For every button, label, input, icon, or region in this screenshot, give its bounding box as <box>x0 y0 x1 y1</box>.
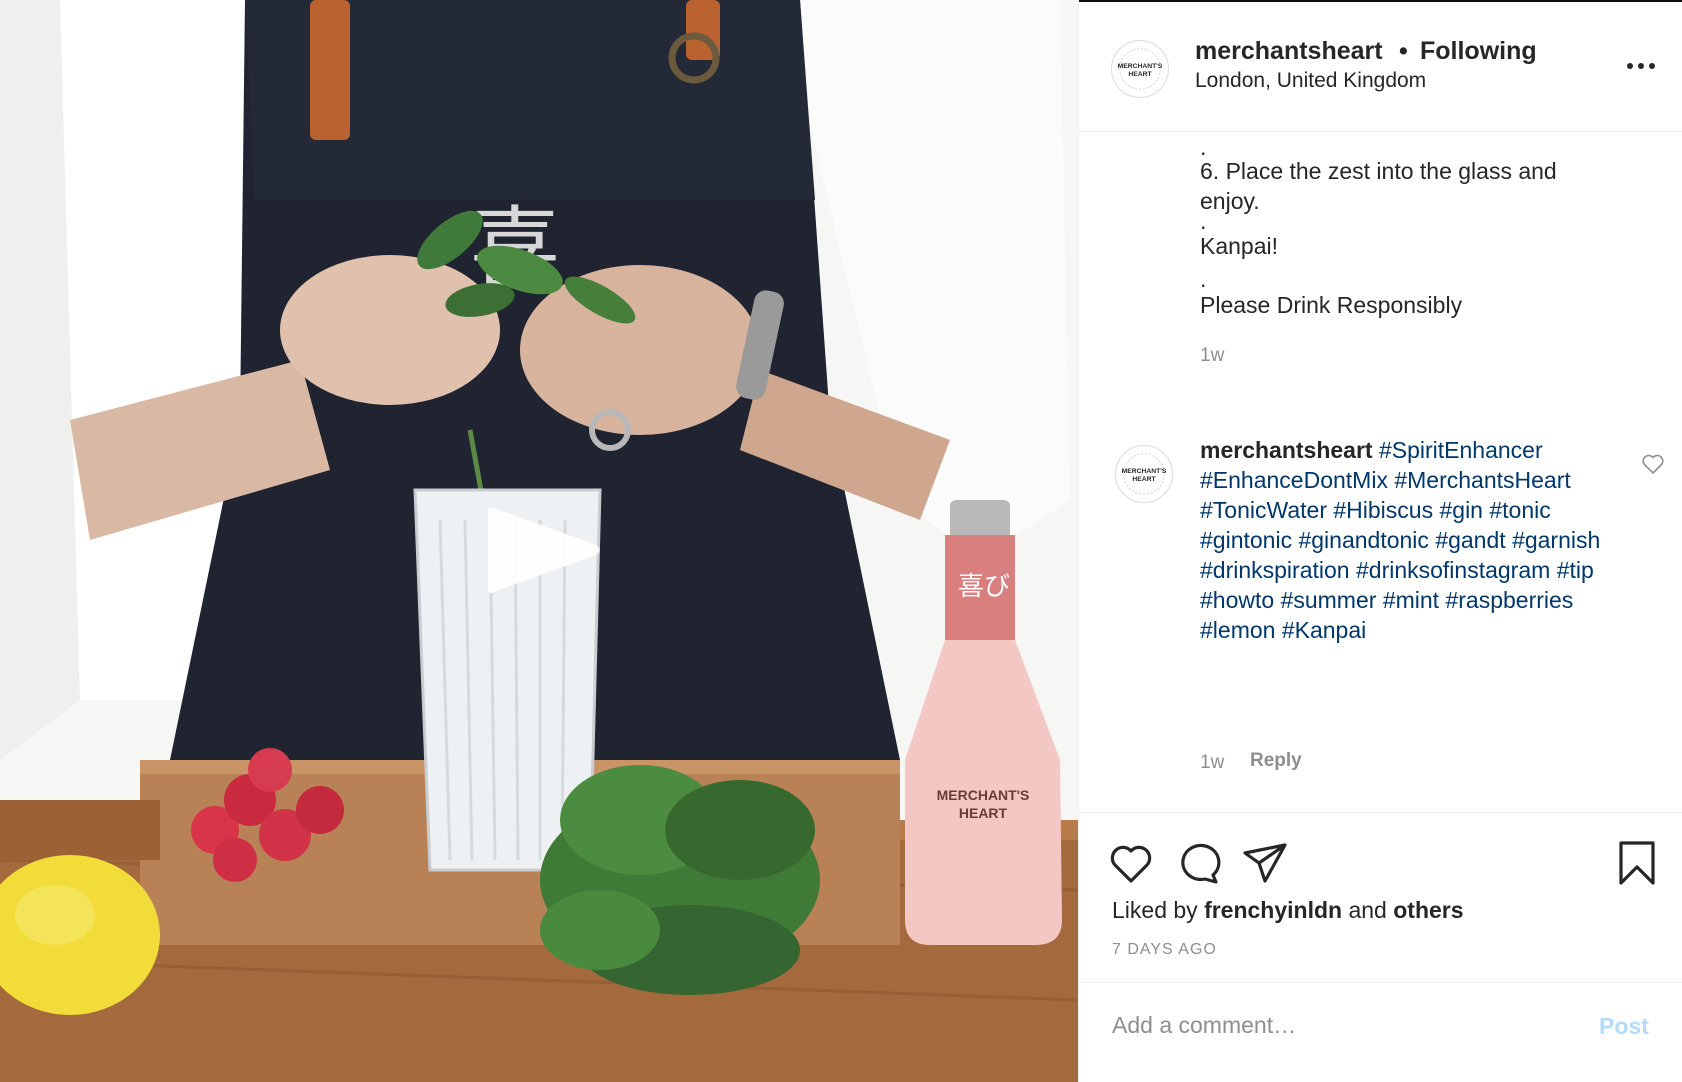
hashtag-link[interactable]: #lemon <box>1200 617 1275 643</box>
comment-like-heart-icon[interactable] <box>1641 453 1665 475</box>
heart-icon[interactable] <box>1107 839 1155 887</box>
hashtag-link[interactable]: #Hibiscus <box>1333 497 1433 523</box>
hashtag-link[interactable]: #MerchantsHeart <box>1394 467 1570 493</box>
hashtag-link[interactable]: #tip <box>1557 557 1594 583</box>
reply-button[interactable]: Reply <box>1250 750 1302 772</box>
avatar-text-line1: MERCHANT'S <box>1122 468 1167 475</box>
post-button[interactable]: Post <box>1599 1013 1649 1040</box>
hashtag-link[interactable]: #raspberries <box>1445 587 1573 613</box>
comment-timestamp[interactable]: 1w <box>1200 752 1224 774</box>
location-link[interactable]: London, United Kingdom <box>1195 69 1426 93</box>
likes-prefix: Liked by <box>1112 897 1198 923</box>
avatar[interactable]: MERCHANT'S HEART <box>1111 40 1169 98</box>
post-side-panel: MERCHANT'S HEART merchantsheart • Follow… <box>1078 0 1682 1082</box>
action-bar: Liked by frenchyinldn and others 7 DAYS … <box>1079 812 1682 982</box>
hashtag-link[interactable]: #gintonic <box>1200 527 1292 553</box>
hashtag-link[interactable]: #SpiritEnhancer <box>1379 437 1543 463</box>
header-username[interactable]: merchantsheart <box>1195 37 1383 66</box>
bottle-kanji: 喜び <box>958 572 1010 602</box>
header-separator: • <box>1399 37 1408 65</box>
hashtag-link[interactable]: #gandt <box>1435 527 1505 553</box>
avatar-text-line2: HEART <box>1132 476 1156 483</box>
play-icon[interactable] <box>488 505 603 595</box>
hashtag-link[interactable]: #drinkspiration <box>1200 557 1350 583</box>
caption-line: 6. Place the zest into the glass and <box>1200 158 1557 184</box>
bottle-label-line1: MERCHANT'S <box>937 787 1030 803</box>
add-comment-bar: Post <box>1079 982 1682 1082</box>
hashtag-link[interactable]: #summer <box>1281 587 1377 613</box>
avatar-text-line2: HEART <box>1128 71 1152 78</box>
likes-others-link[interactable]: others <box>1393 897 1463 923</box>
hashtag-link[interactable]: #howto <box>1200 587 1274 613</box>
post-header: MERCHANT'S HEART merchantsheart • Follow… <box>1079 2 1682 132</box>
hashtag-link[interactable]: #mint <box>1383 587 1439 613</box>
caption-line: enjoy. <box>1200 188 1260 214</box>
avatar[interactable]: MERCHANT'S HEART <box>1115 445 1173 503</box>
hashtag-link[interactable]: #TonicWater <box>1200 497 1327 523</box>
post-media[interactable]: 喜び MERCHANT'S HEART <box>0 0 1078 1082</box>
comment-text: merchantsheart #SpiritEnhancer #EnhanceD… <box>1200 435 1620 645</box>
caption-line: Please Drink Responsibly <box>1200 292 1463 318</box>
hashtag-link[interactable]: #EnhanceDontMix <box>1200 467 1388 493</box>
bookmark-icon[interactable] <box>1613 839 1661 887</box>
comment-icon[interactable] <box>1175 839 1223 887</box>
hashtag-link[interactable]: #gin <box>1439 497 1482 523</box>
likes-conjunction: and <box>1348 897 1387 923</box>
avatar-text-line1: MERCHANT'S <box>1118 63 1163 70</box>
hashtag-link[interactable]: #tonic <box>1489 497 1550 523</box>
likes-summary: Liked by frenchyinldn and others <box>1112 897 1464 924</box>
comment-username[interactable]: merchantsheart <box>1200 437 1373 463</box>
comments-list[interactable]: . 6. Place the zest into the glass and e… <box>1079 133 1682 813</box>
caption-timestamp[interactable]: 1w <box>1200 345 1224 367</box>
bottle-label-line2: HEART <box>959 805 1008 821</box>
share-icon[interactable] <box>1241 839 1289 887</box>
comment-input[interactable] <box>1112 1003 1582 1047</box>
more-options-icon[interactable] <box>1621 54 1661 78</box>
following-button[interactable]: Following <box>1420 37 1537 66</box>
hashtag-link[interactable]: #drinksofinstagram <box>1356 557 1550 583</box>
hashtag-link[interactable]: #ginandtonic <box>1298 527 1428 553</box>
liked-by-user-link[interactable]: frenchyinldn <box>1204 897 1342 923</box>
post-date[interactable]: 7 DAYS AGO <box>1112 941 1217 959</box>
hashtag-link[interactable]: #Kanpai <box>1282 617 1366 643</box>
caption-line: Kanpai! <box>1200 233 1279 259</box>
hashtag-link[interactable]: #garnish <box>1512 527 1600 553</box>
